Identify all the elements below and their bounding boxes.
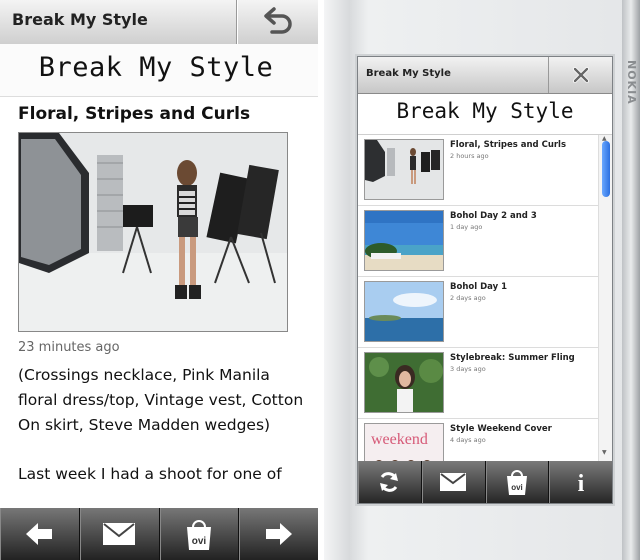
mail-icon (440, 473, 467, 491)
top-bar: Break My Style (0, 0, 318, 45)
back-arrow-icon (26, 523, 53, 545)
email-button[interactable] (80, 508, 160, 560)
post-title: Stylebreak: Summer Fling (450, 353, 575, 363)
post-thumbnail (364, 281, 444, 342)
scrollbar[interactable]: ▲ ▼ (598, 135, 612, 461)
back-button[interactable] (238, 0, 318, 44)
close-button[interactable] (549, 57, 612, 93)
app-title: Break My Style (366, 68, 451, 79)
email-button[interactable] (422, 461, 486, 503)
post-timestamp: 2 hours ago (450, 152, 489, 160)
post-timestamp: 2 days ago (450, 294, 486, 302)
phone-screen: Break My Style Break My Style Floral, St… (357, 56, 613, 504)
post-thumbnail: weekend (364, 423, 444, 461)
divider (236, 0, 237, 44)
app-title: Break My Style (12, 10, 148, 29)
nokia-logo: NOKIA (625, 60, 638, 105)
list-item[interactable]: Stylebreak: Summer Fling 3 days ago (358, 348, 598, 419)
bottom-toolbar: ovi (0, 508, 318, 560)
post-thumbnail (364, 352, 444, 413)
forward-nav-button[interactable] (239, 508, 318, 560)
article-photo (18, 132, 288, 332)
banner-text: Break My Style (396, 99, 574, 123)
ovi-label: ovi (511, 483, 523, 492)
info-label: i (577, 471, 584, 495)
back-nav-button[interactable] (0, 508, 80, 560)
left-screen: Break My Style Break My Style Floral, St… (0, 0, 318, 560)
list-item[interactable]: Bohol Day 2 and 3 1 day ago (358, 206, 598, 277)
phone-device: NOKIA Break My Style Break My Style Flor… (324, 0, 640, 560)
top-bar: Break My Style (358, 57, 612, 94)
photoshoot-image (19, 133, 287, 331)
svg-text:weekend: weekend (371, 431, 428, 448)
ovi-label: ovi (192, 536, 207, 547)
ovi-store-icon: ovi (506, 470, 527, 495)
ovi-store-button[interactable]: ovi (486, 461, 550, 503)
mail-icon (103, 523, 136, 545)
refresh-button[interactable] (358, 461, 422, 503)
ovi-store-button[interactable]: ovi (160, 508, 240, 560)
undo-arrow-icon (264, 7, 292, 34)
article-title: Floral, Stripes and Curls (18, 104, 251, 124)
close-icon (572, 67, 589, 83)
info-icon: i (577, 471, 584, 495)
scrollbar-thumb[interactable] (602, 141, 610, 197)
post-timestamp: 3 days ago (450, 365, 486, 373)
article-body-continued: Last week I had a shoot for one of (18, 465, 282, 483)
ovi-store-icon: ovi (186, 520, 211, 550)
forward-arrow-icon (265, 523, 292, 545)
post-thumbnail (364, 210, 444, 271)
banner-text: Break My Style (38, 52, 274, 83)
post-title: Bohol Day 2 and 3 (450, 211, 537, 221)
blog-banner: Break My Style (358, 94, 612, 135)
list-item[interactable]: weekend Style Weekend Cover 4 days ago (358, 419, 598, 461)
post-timestamp: 1 day ago (450, 223, 483, 231)
post-list: Floral, Stripes and Curls 2 hours ago Bo… (358, 135, 598, 461)
post-timestamp: 4 days ago (450, 436, 486, 444)
post-title: Style Weekend Cover (450, 424, 552, 434)
list-item[interactable]: Floral, Stripes and Curls 2 hours ago (358, 135, 598, 206)
blog-banner: Break My Style (0, 44, 318, 97)
post-thumbnail (364, 139, 444, 200)
info-button[interactable]: i (549, 461, 612, 503)
refresh-icon (380, 472, 399, 492)
list-item[interactable]: Bohol Day 1 2 days ago (358, 277, 598, 348)
scroll-down-icon[interactable]: ▼ (602, 449, 607, 456)
article: Floral, Stripes and Curls 23 minutes ago… (18, 104, 308, 487)
post-title: Bohol Day 1 (450, 282, 508, 292)
post-title: Floral, Stripes and Curls (450, 140, 567, 150)
bottom-toolbar: ovi i (358, 461, 612, 503)
article-timestamp: 23 minutes ago (18, 340, 120, 355)
article-body: (Crossings necklace, Pink Manila floral … (18, 366, 304, 434)
